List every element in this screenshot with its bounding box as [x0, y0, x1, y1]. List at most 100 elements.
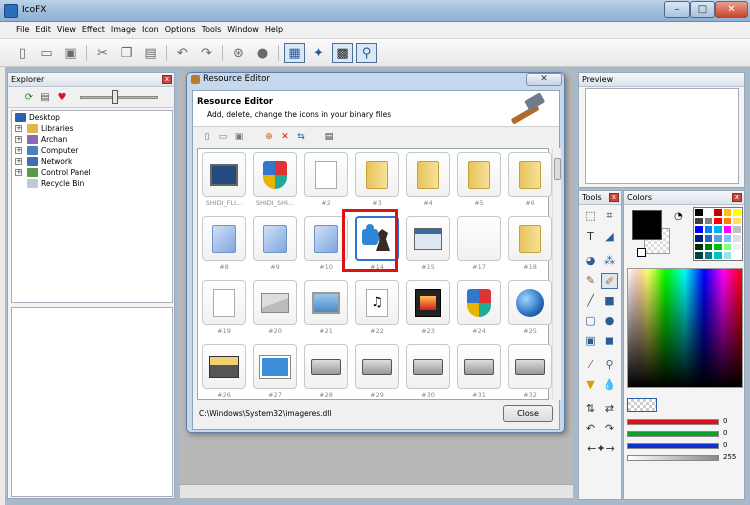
gradient-tool-icon[interactable]: ▣: [582, 333, 599, 349]
icon-cell[interactable]: #31: [455, 344, 503, 404]
drive-icon[interactable]: [508, 344, 552, 389]
empty-icon[interactable]: [457, 216, 501, 261]
swap-tool-icon[interactable]: ⇄: [601, 401, 618, 417]
palette-swatch[interactable]: [694, 225, 704, 234]
explorer-close-icon[interactable]: x: [162, 75, 172, 84]
icon-cell[interactable]: SHIDI_SHI...: [251, 152, 299, 212]
icon-cell[interactable]: #17: [455, 216, 503, 276]
tools-close-icon[interactable]: x: [609, 193, 619, 202]
nudge-arrows-icon[interactable]: ←✦→: [582, 441, 620, 457]
alpha-channel[interactable]: 255: [627, 453, 743, 463]
icon-cell[interactable]: #25: [506, 280, 554, 340]
slider-thumb[interactable]: [112, 90, 118, 104]
icon-cell[interactable]: #4: [404, 152, 452, 212]
move-tool-icon[interactable]: ⇅: [582, 401, 599, 417]
save-icon[interactable]: ▣: [60, 43, 81, 63]
icon-cell[interactable]: #5: [455, 152, 503, 212]
palette-swatch[interactable]: [722, 208, 733, 217]
palette-swatch[interactable]: [694, 234, 704, 243]
delete-icon[interactable]: ✕: [279, 131, 291, 143]
icon-cell[interactable]: #32: [506, 344, 554, 404]
menu-help[interactable]: Help: [262, 22, 286, 34]
minimize-button[interactable]: –: [664, 1, 690, 18]
icon-cell[interactable]: #8: [200, 216, 248, 276]
drive-icon[interactable]: [304, 344, 348, 389]
palette-swatch[interactable]: [713, 242, 723, 252]
expand-icon[interactable]: +: [15, 125, 22, 132]
menu-edit[interactable]: Edit: [32, 22, 54, 34]
icon-cell[interactable]: #23: [404, 280, 452, 340]
shape-tool-icon[interactable]: ◼: [601, 333, 618, 349]
icon-cell[interactable]: #18: [506, 216, 554, 276]
close-dialog-button[interactable]: Close: [503, 405, 553, 422]
pencil-tool-icon[interactable]: ✎: [582, 273, 599, 289]
rotate-right-icon[interactable]: ↷: [601, 421, 618, 437]
printer-icon[interactable]: [202, 344, 246, 389]
zoom-tool-icon[interactable]: ⚲: [601, 357, 618, 373]
new-file-icon[interactable]: ▯: [201, 131, 213, 143]
shield-icon[interactable]: [253, 152, 297, 197]
expand-icon[interactable]: +: [15, 147, 22, 154]
icon-cell[interactable]: #19: [200, 280, 248, 340]
icon-cell[interactable]: ♫ #22: [353, 280, 401, 340]
palette-swatch[interactable]: [694, 242, 704, 252]
swap-colors-icon[interactable]: ◔: [674, 211, 683, 222]
folder-icon[interactable]: [457, 152, 501, 197]
menu-image[interactable]: Image: [108, 22, 139, 34]
icon-cell[interactable]: #30: [404, 344, 452, 404]
cut-icon[interactable]: ✂: [92, 43, 113, 63]
icon-cell[interactable]: #2: [302, 152, 350, 212]
picture-icon[interactable]: [304, 280, 348, 325]
icon-cell[interactable]: #27: [251, 344, 299, 404]
menu-options[interactable]: Options: [162, 22, 199, 34]
icon-grid-scrollbar[interactable]: [552, 148, 561, 400]
palette-swatch[interactable]: [713, 234, 723, 243]
zoom-icon[interactable]: ⚲: [356, 43, 377, 63]
select-tool-icon[interactable]: ⬚: [582, 208, 599, 224]
music-icon[interactable]: ♫: [355, 280, 399, 325]
icon-cell[interactable]: #9: [251, 216, 299, 276]
palette-swatch[interactable]: [713, 225, 723, 234]
window-icon[interactable]: [406, 216, 450, 261]
icon-cell[interactable]: SHIDI_FLI...: [200, 152, 248, 212]
crop-tool-icon[interactable]: ⌗: [601, 208, 618, 224]
save-file-icon[interactable]: ▣: [233, 131, 245, 143]
folder-icon[interactable]: [355, 152, 399, 197]
folder-icon[interactable]: [406, 152, 450, 197]
palette-swatch[interactable]: [722, 251, 733, 260]
lighten-tool-icon[interactable]: ▼: [582, 377, 599, 393]
rectangle-tool-icon[interactable]: ■: [601, 293, 618, 309]
mail-icon[interactable]: [253, 280, 297, 325]
folder-icon[interactable]: [508, 216, 552, 261]
icon-cell[interactable]: #28: [302, 344, 350, 404]
new-icon[interactable]: ▯: [12, 43, 33, 63]
eraser-tool-icon[interactable]: ◢: [601, 229, 618, 245]
drive-icon[interactable]: [355, 344, 399, 389]
icon-cell[interactable]: #24: [455, 280, 503, 340]
monitor-icon[interactable]: [202, 152, 246, 197]
paste-icon[interactable]: ▤: [140, 43, 161, 63]
red-slider[interactable]: [627, 419, 719, 425]
green-slider[interactable]: [627, 431, 719, 437]
expand-icon[interactable]: +: [15, 136, 22, 143]
palette-swatch[interactable]: [722, 225, 733, 234]
palette-swatch[interactable]: [703, 251, 714, 260]
palette-swatch[interactable]: [713, 251, 723, 260]
expand-icon[interactable]: +: [15, 169, 22, 176]
palette-swatch[interactable]: [703, 242, 714, 252]
blur-tool-icon[interactable]: 💧: [601, 377, 618, 393]
palette-swatch[interactable]: [703, 216, 714, 226]
palette-swatch[interactable]: [732, 216, 742, 226]
palette-swatch[interactable]: [703, 208, 714, 217]
palette-swatch[interactable]: [732, 225, 742, 234]
page-icon[interactable]: [304, 152, 348, 197]
select-icon[interactable]: ▩: [332, 43, 353, 63]
contact-icon[interactable]: [253, 344, 297, 389]
icon-cell[interactable]: #26: [200, 344, 248, 404]
copy-icon[interactable]: ❐: [116, 43, 137, 63]
rounded-rect-tool-icon[interactable]: ▢: [582, 313, 599, 329]
palette-swatch[interactable]: [732, 234, 742, 243]
palette-swatch[interactable]: [694, 251, 704, 260]
tree-item-computer[interactable]: + Computer: [12, 146, 172, 157]
menu-file[interactable]: File: [13, 22, 32, 34]
